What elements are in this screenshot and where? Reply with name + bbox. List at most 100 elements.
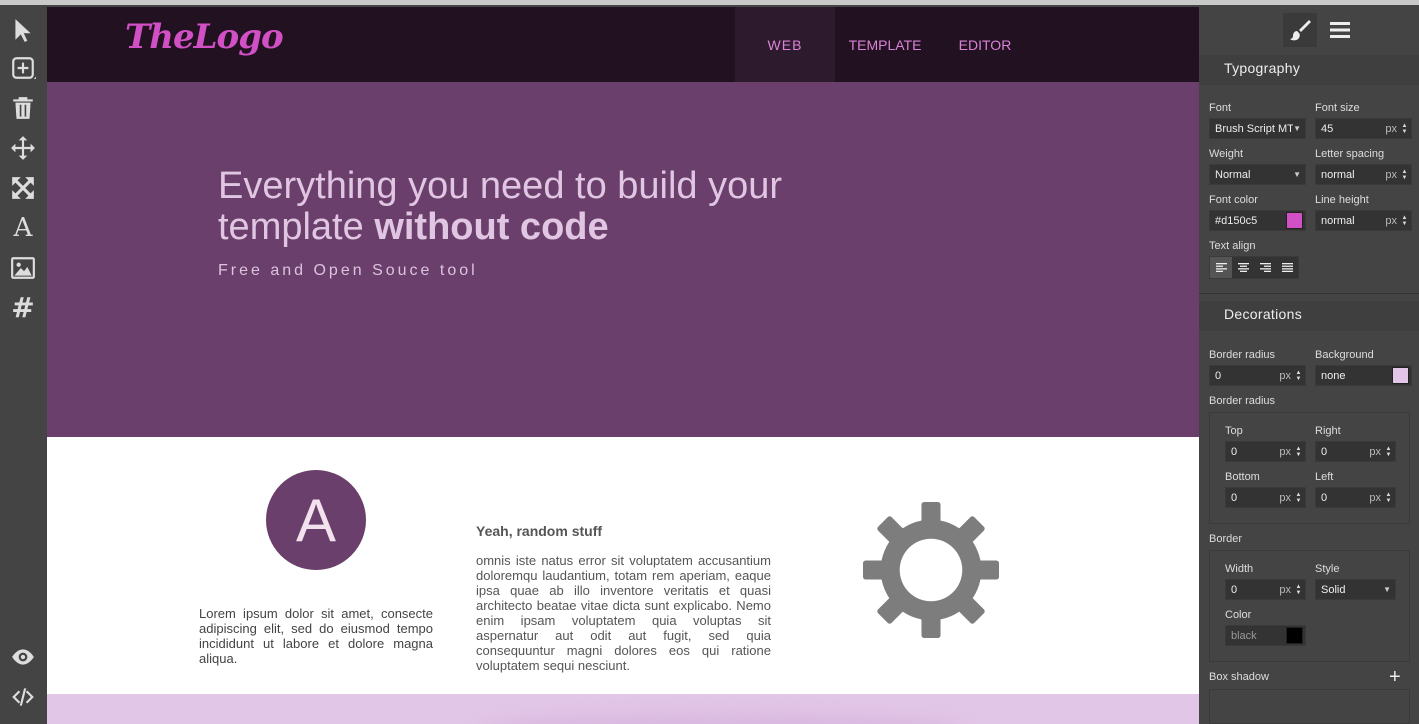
hero-subtitle[interactable]: Free and Open Souce tool bbox=[218, 262, 478, 280]
font-value: Brush Script MT bbox=[1215, 122, 1294, 135]
border-radius-label: Border radius bbox=[1209, 349, 1276, 361]
border-label: Border bbox=[1209, 533, 1243, 545]
radius-left-unit: px bbox=[1369, 491, 1381, 504]
resize-icon[interactable] bbox=[6, 171, 40, 205]
letter-spacing-value: normal bbox=[1321, 168, 1355, 181]
background-label: Background bbox=[1315, 349, 1374, 361]
hero-title[interactable]: Everything you need to build your templa… bbox=[218, 166, 918, 248]
radius-left-label: Left bbox=[1315, 471, 1334, 483]
feature-text-middle[interactable]: omnis iste natus error sit voluptatem ac… bbox=[476, 553, 771, 673]
border-width-label: Width bbox=[1225, 563, 1254, 575]
editor-app: A # TheLogo WEB TEMPLATE EDITOR Everythi… bbox=[0, 0, 1419, 724]
radius-bottom-unit: px bbox=[1279, 491, 1291, 504]
radius-right-value: 0 bbox=[1321, 445, 1328, 458]
line-height-input[interactable]: normal px ▲ ▼ bbox=[1315, 210, 1412, 231]
hero-section[interactable]: Everything you need to build your templa… bbox=[47, 82, 1199, 437]
stepper-arrows-icon[interactable]: ▲ ▼ bbox=[1294, 584, 1303, 596]
letter-spacing-unit: px bbox=[1385, 168, 1397, 181]
border-radius-group-label: Border radius bbox=[1209, 395, 1276, 407]
left-toolbar: A # bbox=[0, 5, 47, 724]
add-shadow-icon[interactable]: + bbox=[1389, 667, 1401, 687]
border-style-value: Solid bbox=[1321, 583, 1346, 596]
font-label: Font bbox=[1209, 102, 1232, 114]
feature-text-left[interactable]: Lorem ipsum dolor sit amet, consecte adi… bbox=[199, 606, 433, 666]
radius-top-value: 0 bbox=[1231, 445, 1238, 458]
box-shadow-list[interactable] bbox=[1209, 689, 1410, 724]
weight-value: Normal bbox=[1215, 168, 1251, 181]
font-select[interactable]: Brush Script MT ▼ bbox=[1209, 118, 1306, 139]
feature-title[interactable]: Yeah, random stuff bbox=[476, 523, 602, 539]
code-icon[interactable] bbox=[6, 680, 40, 714]
align-right-icon[interactable] bbox=[1254, 257, 1276, 278]
font-size-label: Font size bbox=[1315, 102, 1360, 114]
site-navbar[interactable]: TheLogo WEB TEMPLATE EDITOR bbox=[47, 7, 1199, 82]
font-size-value: 45 bbox=[1321, 122, 1334, 135]
text-icon[interactable]: A bbox=[6, 211, 40, 245]
move-icon[interactable] bbox=[6, 131, 40, 165]
site-logo[interactable]: TheLogo bbox=[125, 17, 284, 57]
stepper-arrows-icon[interactable]: ▲ ▼ bbox=[1294, 370, 1303, 382]
stepper-arrows-icon[interactable]: ▲ ▼ bbox=[1294, 446, 1303, 458]
style-manager-panel: Typography Font Brush Script MT ▼ Font si… bbox=[1199, 5, 1419, 724]
radius-top-input[interactable]: 0 px ▲ ▼ bbox=[1225, 441, 1306, 462]
border-color-swatch[interactable] bbox=[1286, 627, 1303, 644]
border-width-input[interactable]: 0 px ▲ ▼ bbox=[1225, 579, 1306, 600]
line-height-unit: px bbox=[1385, 214, 1397, 227]
trash-icon[interactable] bbox=[6, 91, 40, 125]
stepper-arrows-icon[interactable]: ▲ ▼ bbox=[1384, 446, 1393, 458]
border-style-label: Style bbox=[1315, 563, 1340, 575]
panel-tabs bbox=[1199, 5, 1419, 55]
nav-item-web[interactable]: WEB bbox=[735, 7, 835, 82]
background-swatch[interactable] bbox=[1392, 367, 1409, 384]
align-justify-icon[interactable] bbox=[1276, 257, 1298, 278]
chevron-down-icon: ▼ bbox=[1293, 170, 1301, 179]
font-size-input[interactable]: 45 px ▲ ▼ bbox=[1315, 118, 1412, 139]
stepper-arrows-icon[interactable]: ▲ ▼ bbox=[1400, 123, 1409, 135]
align-center-icon[interactable] bbox=[1232, 257, 1254, 278]
radius-left-value: 0 bbox=[1321, 491, 1328, 504]
features-section[interactable]: A Lorem ipsum dolor sit amet, consecte a… bbox=[47, 437, 1199, 694]
border-radius-input[interactable]: 0 px ▲ ▼ bbox=[1209, 365, 1306, 386]
radius-bottom-value: 0 bbox=[1231, 491, 1238, 504]
radius-left-input[interactable]: 0 px ▲ ▼ bbox=[1315, 487, 1396, 508]
stepper-arrows-icon[interactable]: ▲ ▼ bbox=[1400, 215, 1409, 227]
weight-select[interactable]: Normal ▼ bbox=[1209, 164, 1306, 185]
weight-label: Weight bbox=[1209, 148, 1244, 160]
decorations-section-header[interactable]: Decorations bbox=[1199, 301, 1419, 331]
editor-canvas[interactable]: TheLogo WEB TEMPLATE EDITOR Everything y… bbox=[47, 7, 1199, 724]
paint-brush-icon[interactable] bbox=[1283, 13, 1317, 47]
border-radius-value: 0 bbox=[1215, 369, 1222, 382]
stepper-arrows-icon[interactable]: ▲ ▼ bbox=[1384, 492, 1393, 504]
nav-item-editor[interactable]: EDITOR bbox=[935, 7, 1035, 82]
hero-title-bold: without code bbox=[374, 206, 609, 248]
stepper-arrows-icon[interactable]: ▲ ▼ bbox=[1294, 492, 1303, 504]
radius-bottom-label: Bottom bbox=[1225, 471, 1260, 483]
text-align-group bbox=[1209, 256, 1299, 279]
radius-top-unit: px bbox=[1279, 445, 1291, 458]
radius-right-unit: px bbox=[1369, 445, 1381, 458]
font-color-swatch[interactable] bbox=[1286, 212, 1303, 229]
radius-right-input[interactable]: 0 px ▲ ▼ bbox=[1315, 441, 1396, 462]
gear-icon[interactable] bbox=[863, 502, 999, 638]
hamburger-menu-icon[interactable] bbox=[1323, 13, 1357, 47]
bottom-section[interactable] bbox=[47, 694, 1199, 724]
image-icon[interactable] bbox=[6, 251, 40, 285]
letter-badge[interactable]: A bbox=[266, 470, 366, 570]
letter-spacing-input[interactable]: normal px ▲ ▼ bbox=[1315, 164, 1412, 185]
stepper-arrows-icon[interactable]: ▲ ▼ bbox=[1400, 169, 1409, 181]
border-color-label: Color bbox=[1225, 609, 1252, 621]
nav-item-template[interactable]: TEMPLATE bbox=[835, 7, 935, 82]
border-style-select[interactable]: Solid ▼ bbox=[1315, 579, 1396, 600]
chevron-down-icon: ▼ bbox=[1293, 124, 1301, 133]
radius-bottom-input[interactable]: 0 px ▲ ▼ bbox=[1225, 487, 1306, 508]
font-size-unit: px bbox=[1385, 122, 1397, 135]
chevron-down-icon: ▼ bbox=[1383, 585, 1391, 594]
add-block-icon[interactable] bbox=[6, 51, 40, 85]
line-height-value: normal bbox=[1321, 214, 1355, 227]
select-arrow-icon[interactable] bbox=[6, 13, 40, 47]
eye-icon[interactable] bbox=[6, 640, 40, 674]
hash-icon[interactable]: # bbox=[6, 291, 40, 325]
align-left-icon[interactable] bbox=[1210, 257, 1232, 278]
typography-section-header[interactable]: Typography bbox=[1199, 55, 1419, 85]
section-divider bbox=[1199, 293, 1419, 294]
